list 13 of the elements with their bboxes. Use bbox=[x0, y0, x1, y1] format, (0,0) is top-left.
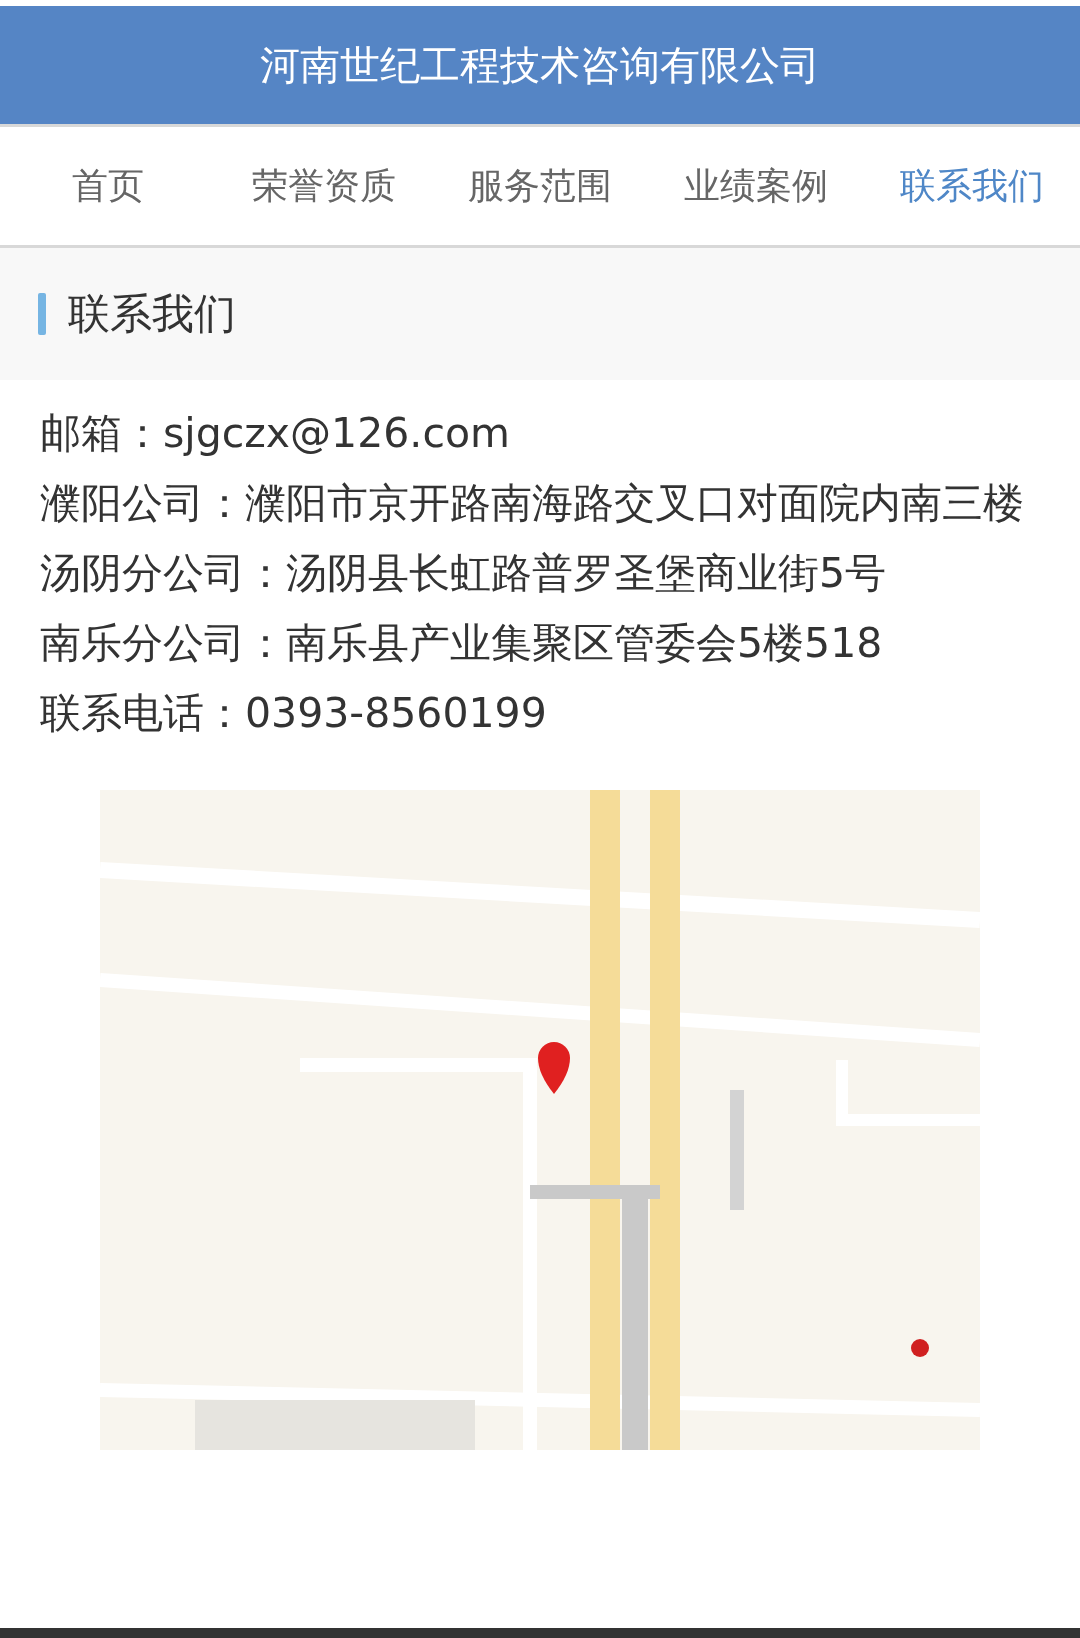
contact-line: 邮箱：sjgczx@126.com bbox=[40, 408, 511, 459]
nav-tab[interactable]: 荣誉资质 bbox=[216, 161, 432, 211]
nav-tab[interactable]: 首页 bbox=[0, 161, 216, 211]
nav-tab[interactable]: 业绩案例 bbox=[648, 161, 864, 211]
contact-line: 南乐分公司：南乐县产业集聚区管委会5楼518 bbox=[40, 618, 884, 669]
contact-line: 联系电话：0393-8560199 bbox=[40, 688, 548, 739]
section-title: 联系我们 bbox=[68, 288, 236, 340]
contact-line: 汤阴分公司：汤阴县长虹路普罗圣堡商业街5号 bbox=[40, 548, 888, 599]
site-title: 河南世纪工程技术咨询有限公司 bbox=[260, 40, 820, 90]
contact-line: 濮阳公司：濮阳市京开路南海路交叉口对面院内南三楼 bbox=[40, 478, 1025, 529]
nav-tab[interactable]: 联系我们 bbox=[864, 161, 1080, 211]
nav-tab[interactable]: 服务范围 bbox=[432, 161, 648, 211]
accent-bar bbox=[38, 293, 46, 335]
